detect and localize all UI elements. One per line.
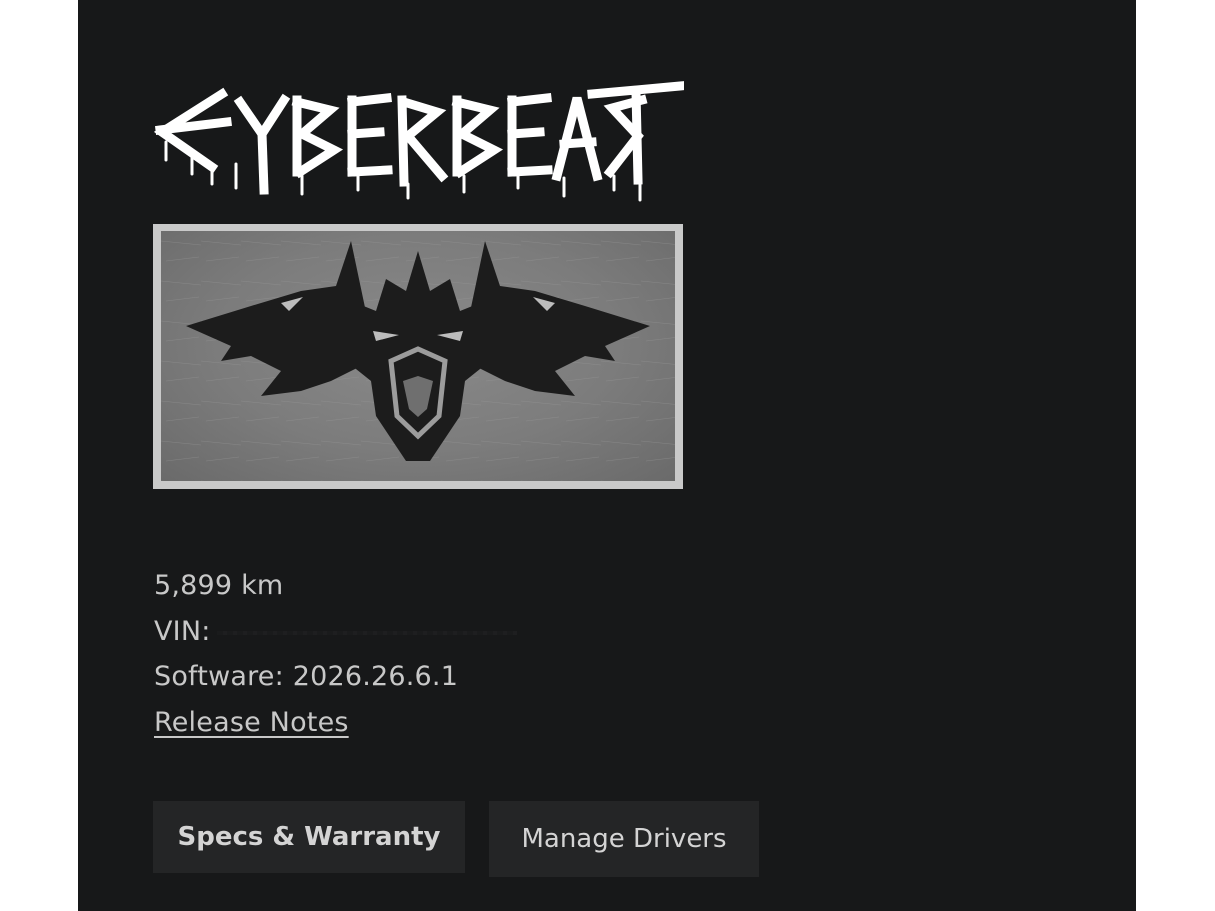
vin-row: VIN: bbox=[154, 616, 517, 648]
cyberbeast-wordmark-logo bbox=[153, 81, 684, 202]
vin-value-redacted bbox=[216, 630, 517, 635]
release-notes-link[interactable]: Release Notes bbox=[154, 707, 349, 739]
three-headed-beast-emblem-icon bbox=[161, 231, 675, 481]
cyberbeast-badge-image bbox=[153, 224, 683, 489]
software-version: Software: 2026.26.6.1 bbox=[154, 661, 459, 692]
vin-label: VIN: bbox=[154, 616, 211, 647]
specs-warranty-button[interactable]: Specs & Warranty bbox=[153, 801, 465, 873]
odometer-reading: 5,899 km bbox=[154, 570, 284, 601]
manage-drivers-button[interactable]: Manage Drivers bbox=[489, 801, 759, 877]
